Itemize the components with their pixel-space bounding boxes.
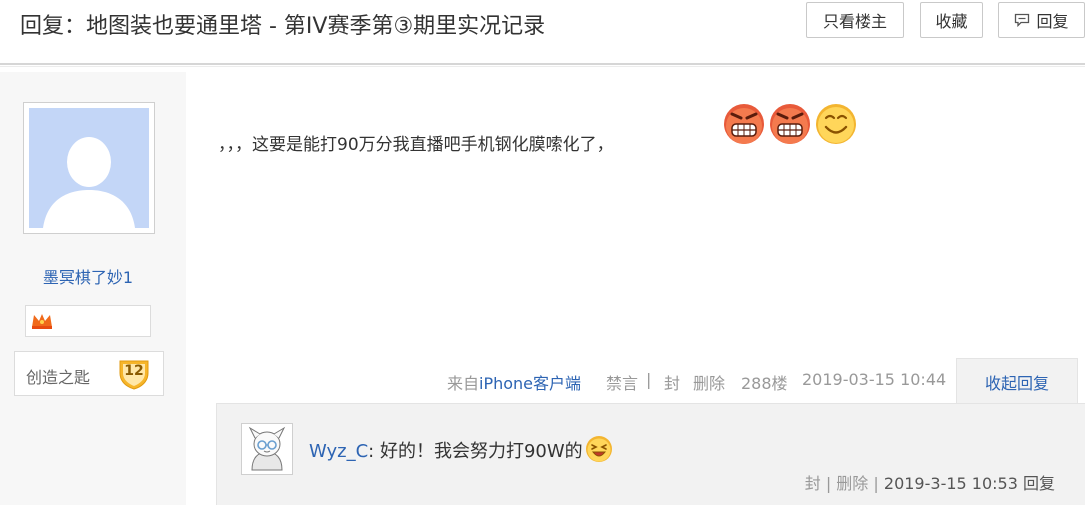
meta-separator: |	[646, 370, 652, 389]
source-prefix: 来自	[447, 374, 480, 393]
floor-number: 288楼	[741, 374, 788, 393]
reply-label: 回复	[1036, 12, 1069, 31]
smile-icon	[816, 104, 856, 144]
author-badge	[25, 305, 151, 337]
author-panel: 墨冥棋了妙1 创造之匙 12	[0, 72, 186, 505]
sub-reply-username[interactable]: Wyz_C	[309, 441, 368, 462]
laugh-icon	[585, 436, 612, 462]
sub-reply-button[interactable]: 回复	[1023, 474, 1055, 493]
post-content: ，，，这要是能打90万分我直播吧手机钢化膜嗦化了，	[218, 135, 614, 155]
collapse-label: 收起回复	[984, 373, 1049, 393]
sub-meta-separator-2: |	[873, 474, 879, 493]
crown-badge-icon	[32, 314, 52, 329]
cartoon-avatar-icon	[248, 426, 286, 471]
ban-link[interactable]: 封	[664, 370, 680, 394]
favorite-label: 收藏	[935, 12, 968, 31]
sub-reply-time: 2019-3-15 10:53	[883, 474, 1018, 493]
client-link[interactable]: iPhone客户端	[479, 374, 581, 393]
level-name: 创造之匙	[26, 368, 91, 387]
comment-icon	[1015, 13, 1030, 27]
header-divider	[0, 63, 1085, 65]
delete-link[interactable]: 删除	[693, 370, 725, 394]
author-level[interactable]: 创造之匙 12	[14, 351, 164, 396]
sub-reply-avatar[interactable]	[241, 423, 293, 475]
mute-link[interactable]: 禁言	[606, 374, 638, 393]
sub-reply-text: Wyz_C: 好的！我会努力打90W的	[309, 435, 613, 463]
author-username[interactable]: 墨冥棋了妙1	[0, 264, 176, 288]
sub-reply-body: 好的！我会努力打90W的	[379, 441, 583, 462]
sub-delete-link[interactable]: 删除	[836, 474, 868, 493]
page-header: 回复：地图装也要通里塔 - 第IV赛季第③期里实况记录 只看楼主 收藏 回复	[0, 0, 1085, 64]
angry-grin-icon	[770, 104, 810, 144]
sub-reply: Wyz_C: 好的！我会努力打90W的 封 | 删除 | 2019-3-15 1…	[216, 403, 1085, 505]
page-title: 回复：地图装也要通里塔 - 第IV赛季第③期里实况记录	[20, 14, 546, 39]
mute-action[interactable]: 禁言	[606, 370, 638, 394]
sub-ban-link[interactable]: 封	[805, 474, 821, 493]
only-op-label: 只看楼主	[822, 12, 887, 31]
header-divider-shadow	[0, 66, 1085, 67]
post-time: 2019-03-15 10:44	[802, 370, 947, 389]
default-avatar-icon	[29, 108, 149, 228]
favorite-button[interactable]: 收藏	[920, 2, 983, 38]
avatar[interactable]	[23, 102, 155, 234]
sub-meta-separator: |	[825, 474, 832, 493]
post-meta: 来自iPhone客户端	[447, 370, 581, 394]
only-op-button[interactable]: 只看楼主	[806, 2, 904, 38]
sub-reply-colon: :	[368, 441, 375, 462]
sub-reply-meta: 封 | 删除 | 2019-3-15 10:53 回复	[805, 470, 1055, 494]
angry-grin-icon	[724, 104, 764, 144]
level-number: 12	[124, 363, 144, 379]
collapse-replies-tab[interactable]: 收起回复	[956, 358, 1078, 404]
reply-button[interactable]: 回复	[998, 2, 1085, 38]
